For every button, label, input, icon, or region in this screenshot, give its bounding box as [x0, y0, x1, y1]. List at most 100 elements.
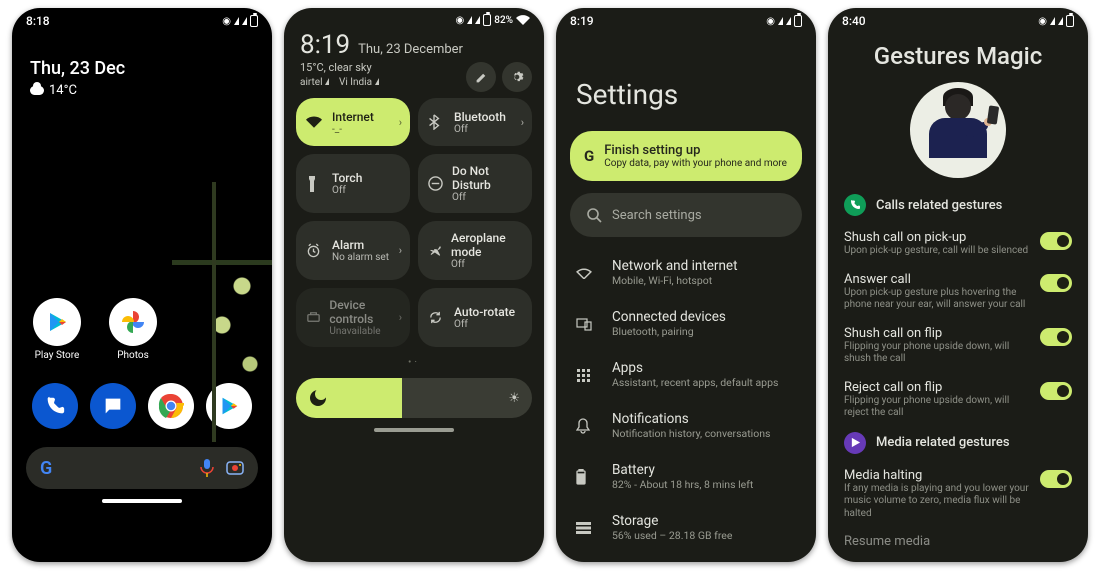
brightness-slider[interactable]: ☀	[296, 378, 532, 418]
storage-icon	[576, 522, 596, 534]
page-indicator: •·	[284, 357, 544, 368]
signal-icon-2	[786, 17, 791, 25]
status-bar: 8:40 ◉	[828, 8, 1088, 28]
play-store-icon	[33, 298, 81, 346]
search-placeholder: Search settings	[612, 208, 702, 223]
dock-messages[interactable]	[90, 383, 136, 429]
qs-time: 8:19	[300, 30, 350, 60]
edit-tiles-button[interactable]	[466, 62, 496, 92]
app-label: Play Store	[35, 350, 80, 361]
opt-answer-call[interactable]: Answer callUpon pick-up gesture plus hov…	[828, 266, 1088, 320]
status-time: 8:40	[842, 14, 866, 28]
opt-shush-flip[interactable]: Shush call on flipFlipping your phone up…	[828, 320, 1088, 374]
signal-icon	[234, 17, 239, 25]
apps-icon	[576, 368, 596, 382]
tile-bluetooth[interactable]: BluetoothOff ›	[418, 98, 532, 146]
nav-pill[interactable]	[374, 428, 454, 432]
phone-gestures: 8:40 ◉ Gestures Magic Calls related gest…	[828, 8, 1088, 562]
banner-sub: Copy data, pay with your phone and more	[604, 158, 787, 169]
wallpaper-flowers	[172, 182, 272, 442]
avatar-image	[910, 82, 1006, 178]
phone-icon	[844, 194, 866, 216]
airplane-icon	[428, 243, 443, 258]
tile-dnd[interactable]: Do Not DisturbOff	[418, 154, 532, 213]
qs-header: 8:19 Thu, 23 December 15°C, clear sky ai…	[284, 26, 544, 98]
toggle-switch[interactable]	[1040, 328, 1072, 346]
tile-airplane[interactable]: Aeroplane modeOff	[418, 221, 532, 280]
settings-button[interactable]	[502, 62, 532, 92]
opt-resume-media[interactable]: Resume media	[828, 528, 1088, 557]
google-logo-icon: G	[40, 458, 52, 479]
settings-row-storage[interactable]: Storage56% used – 28.18 GB free	[564, 502, 808, 553]
widget-weather: 14°C	[30, 83, 254, 98]
widget-date: Thu, 23 Dec	[30, 58, 254, 79]
opt-shush-pickup[interactable]: Shush call on pick-upUpon pick-up gestur…	[828, 224, 1088, 266]
tile-autorotate[interactable]: Auto-rotateOff	[418, 288, 532, 347]
tile-internet[interactable]: Internet-_- ›	[296, 98, 410, 146]
status-time: 8:19	[570, 14, 594, 28]
battery-icon	[1066, 15, 1074, 27]
signal-icon	[1050, 17, 1055, 25]
tile-device-controls[interactable]: Device controlsUnavailable ›	[296, 288, 410, 347]
google-search-bar[interactable]: G	[26, 447, 258, 489]
section-calls: Calls related gestures	[828, 190, 1088, 224]
battery-pct: 82%	[494, 15, 513, 26]
hotspot-icon: ◉	[222, 16, 231, 27]
qs-tiles: Internet-_- › BluetoothOff › TorchOff Do…	[284, 98, 544, 347]
hotspot-icon: ◉	[456, 15, 465, 26]
wifi-icon	[306, 116, 324, 128]
status-bar: 8:18 ◉	[12, 8, 272, 28]
cloud-icon	[30, 86, 44, 95]
signal-icon-2	[1058, 17, 1063, 25]
hotspot-icon: ◉	[1038, 16, 1047, 27]
finish-setup-banner[interactable]: G Finish setting up Copy data, pay with …	[570, 131, 802, 181]
dock-phone[interactable]	[32, 383, 78, 429]
nav-pill[interactable]	[102, 499, 182, 503]
mic-icon[interactable]	[200, 459, 214, 477]
qs-date: Thu, 23 December	[358, 42, 463, 57]
signal-icon-2	[475, 16, 480, 24]
app-play-store[interactable]: Play Store	[30, 298, 84, 361]
chevron-right-icon: ›	[399, 244, 402, 257]
settings-search[interactable]: Search settings	[570, 193, 802, 237]
toggle-switch[interactable]	[1040, 274, 1072, 292]
phone-home-screen: 8:18 ◉ Thu, 23 Dec 14°C Play Store Photo…	[12, 8, 272, 562]
device-controls-icon	[306, 310, 321, 325]
tile-torch[interactable]: TorchOff	[296, 154, 410, 213]
google-g-icon: G	[584, 147, 594, 165]
banner-title: Finish setting up	[604, 143, 787, 158]
section-media: Media related gestures	[828, 428, 1088, 462]
toggle-switch[interactable]	[1040, 232, 1072, 250]
tile-alarm[interactable]: AlarmNo alarm set ›	[296, 221, 410, 280]
battery-icon	[794, 15, 802, 27]
home-widget[interactable]: Thu, 23 Dec 14°C	[12, 28, 272, 98]
settings-title: Settings	[556, 28, 816, 131]
lens-icon[interactable]	[226, 459, 244, 477]
toggle-switch[interactable]	[1040, 470, 1072, 488]
alarm-icon	[306, 243, 324, 258]
app-photos[interactable]: Photos	[106, 298, 160, 361]
chevron-right-icon: ›	[521, 116, 524, 129]
torch-icon	[306, 176, 324, 192]
phone-settings: 8:19 ◉ Settings G Finish setting up Copy…	[556, 8, 816, 562]
wifi-icon	[516, 15, 530, 25]
settings-row-network[interactable]: Network and internetMobile, Wi-Fi, hotsp…	[564, 247, 808, 298]
opt-reject-flip[interactable]: Reject call on flipFlipping your phone u…	[828, 374, 1088, 428]
chevron-right-icon: ›	[399, 311, 402, 324]
settings-row-battery[interactable]: Battery82% - About 18 hrs, 8 mins left	[564, 451, 808, 502]
opt-media-halting[interactable]: Media haltingIf any media is playing and…	[828, 462, 1088, 529]
wifi-icon	[576, 267, 596, 279]
status-time: 8:18	[26, 14, 50, 28]
gestures-title: Gestures Magic	[828, 28, 1088, 78]
toggle-switch[interactable]	[1040, 382, 1072, 400]
photos-icon	[109, 298, 157, 346]
settings-list: Network and internetMobile, Wi-Fi, hotsp…	[556, 247, 816, 553]
devices-icon	[576, 317, 596, 331]
app-label: Photos	[117, 350, 149, 361]
settings-row-apps[interactable]: AppsAssistant, recent apps, default apps	[564, 349, 808, 400]
settings-row-notifications[interactable]: NotificationsNotification history, conve…	[564, 400, 808, 451]
bell-icon	[576, 418, 596, 434]
settings-row-connected[interactable]: Connected devicesBluetooth, pairing	[564, 298, 808, 349]
battery-icon	[483, 14, 491, 26]
chevron-right-icon: ›	[399, 116, 402, 129]
